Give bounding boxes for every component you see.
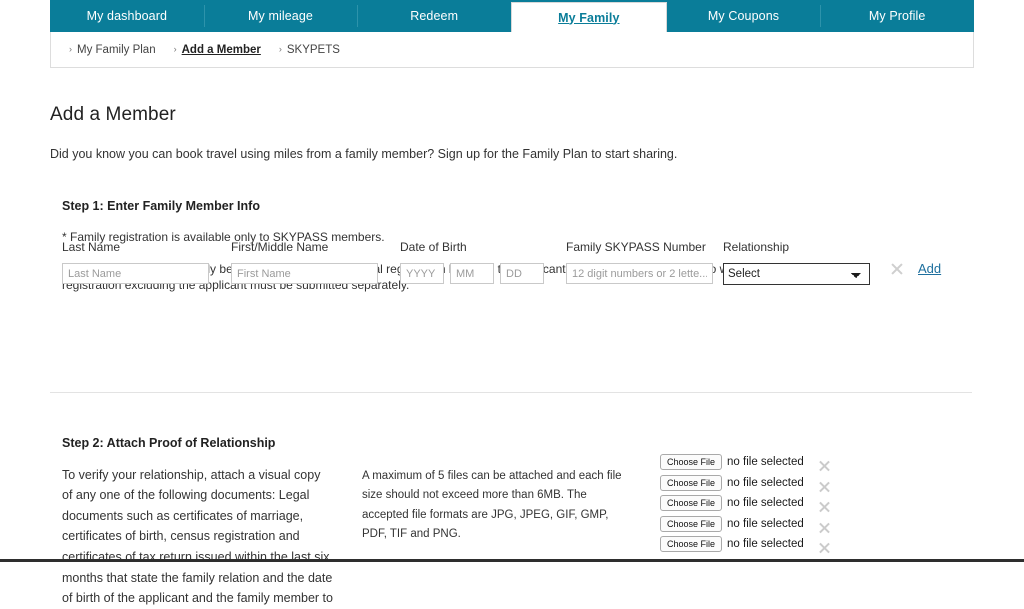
file-upload-row: Choose File no file selected xyxy=(660,493,890,514)
chevron-right-icon: › xyxy=(278,44,282,54)
page-intro-text: Did you know you can book travel using m… xyxy=(50,147,678,161)
close-icon[interactable] xyxy=(818,460,831,473)
close-icon[interactable] xyxy=(818,501,831,514)
file-upload-row: Choose File no file selected xyxy=(660,452,890,473)
nav-tab-my-coupons[interactable]: My Coupons xyxy=(666,0,821,32)
file-upload-row: Choose File no file selected xyxy=(660,534,890,555)
nav-tab-label: My Family xyxy=(558,10,620,25)
chevron-right-icon: › xyxy=(69,44,72,54)
family-skypass-number-input[interactable] xyxy=(566,263,713,284)
file-status-label: no file selected xyxy=(727,517,804,530)
choose-file-button[interactable]: Choose File xyxy=(660,515,723,532)
primary-nav: My dashboard My mileage Redeem My Family… xyxy=(50,0,975,32)
breadcrumb-item-add-a-member[interactable]: › Add a Member xyxy=(174,44,261,56)
close-icon[interactable] xyxy=(890,262,904,276)
breadcrumb-label: Add a Member xyxy=(181,43,261,56)
choose-file-button[interactable]: Choose File xyxy=(660,474,723,491)
date-of-birth-label: Date of Birth xyxy=(400,240,467,254)
file-status-label: no file selected xyxy=(727,497,804,510)
step2-heading: Step 2: Attach Proof of Relationship xyxy=(62,436,276,451)
relationship-label: Relationship xyxy=(723,240,790,254)
nav-tab-label: My dashboard xyxy=(86,9,168,23)
close-icon[interactable] xyxy=(818,521,831,534)
last-name-label: Last Name xyxy=(62,240,121,254)
first-middle-name-label: First/Middle Name xyxy=(231,240,329,254)
chevron-right-icon: › xyxy=(173,44,177,54)
relationship-select[interactable]: Select xyxy=(723,263,870,285)
nav-tab-label: My Coupons xyxy=(707,9,780,23)
choose-file-button[interactable]: Choose File xyxy=(660,495,723,512)
upload-restrictions-note: A maximum of 5 files can be attached and… xyxy=(362,469,622,541)
nav-tab-my-profile[interactable]: My Profile xyxy=(820,0,975,32)
breadcrumb: › My Family Plan › Add a Member › SKYPET… xyxy=(50,32,974,68)
page-title: Add a Member xyxy=(50,104,176,125)
nav-tab-label: Redeem xyxy=(410,9,459,23)
field-family-skypass-number: Family SKYPASS Number xyxy=(566,240,713,284)
file-status-label: no file selected xyxy=(727,538,804,551)
nav-tab-label: My mileage xyxy=(248,9,313,23)
close-icon[interactable] xyxy=(818,542,831,555)
page-root: My dashboard My mileage Redeem My Family… xyxy=(0,0,1024,605)
file-upload-row: Choose File no file selected xyxy=(660,514,890,535)
breadcrumb-label: My Family Plan xyxy=(77,43,156,56)
file-status-label: no file selected xyxy=(727,456,804,469)
dob-month-input[interactable] xyxy=(450,263,494,284)
field-first-middle-name: First/Middle Name xyxy=(231,240,378,284)
breadcrumb-label: SKYPETS xyxy=(286,43,340,56)
field-date-of-birth: Date of Birth xyxy=(400,240,544,284)
close-icon[interactable] xyxy=(818,480,831,493)
nav-tab-my-mileage[interactable]: My mileage xyxy=(203,0,358,32)
breadcrumb-item-my-family-plan[interactable]: › My Family Plan xyxy=(69,44,156,56)
last-name-input[interactable] xyxy=(62,263,209,284)
step2-body-text: To verify your relationship, attach a vi… xyxy=(62,467,333,606)
nav-tab-my-family[interactable]: My Family xyxy=(511,2,667,32)
nav-tab-label: My Profile xyxy=(868,9,926,23)
nav-tab-my-dashboard[interactable]: My dashboard xyxy=(50,0,204,32)
form-row-actions: Add xyxy=(890,261,941,276)
first-name-input[interactable] xyxy=(231,263,378,284)
choose-file-button[interactable]: Choose File xyxy=(660,536,723,553)
section-divider xyxy=(50,392,972,393)
add-member-link[interactable]: Add xyxy=(918,261,941,276)
field-relationship: Relationship Select xyxy=(723,240,870,285)
step1-heading: Step 1: Enter Family Member Info xyxy=(62,199,260,213)
file-upload-row: Choose File no file selected xyxy=(660,473,890,494)
breadcrumb-item-skypets[interactable]: › SKYPETS xyxy=(279,44,340,56)
date-of-birth-group xyxy=(400,263,544,284)
dob-year-input[interactable] xyxy=(400,263,444,284)
field-last-name: Last Name xyxy=(62,240,209,284)
file-status-label: no file selected xyxy=(727,476,804,489)
family-skypass-number-label: Family SKYPASS Number xyxy=(566,240,706,254)
choose-file-button[interactable]: Choose File xyxy=(660,454,723,471)
file-upload-list: Choose File no file selected Choose File… xyxy=(660,452,890,555)
dob-day-input[interactable] xyxy=(500,263,544,284)
family-member-form-row: Last Name First/Middle Name Date of Birt… xyxy=(62,240,962,285)
nav-tab-redeem[interactable]: Redeem xyxy=(357,0,512,32)
